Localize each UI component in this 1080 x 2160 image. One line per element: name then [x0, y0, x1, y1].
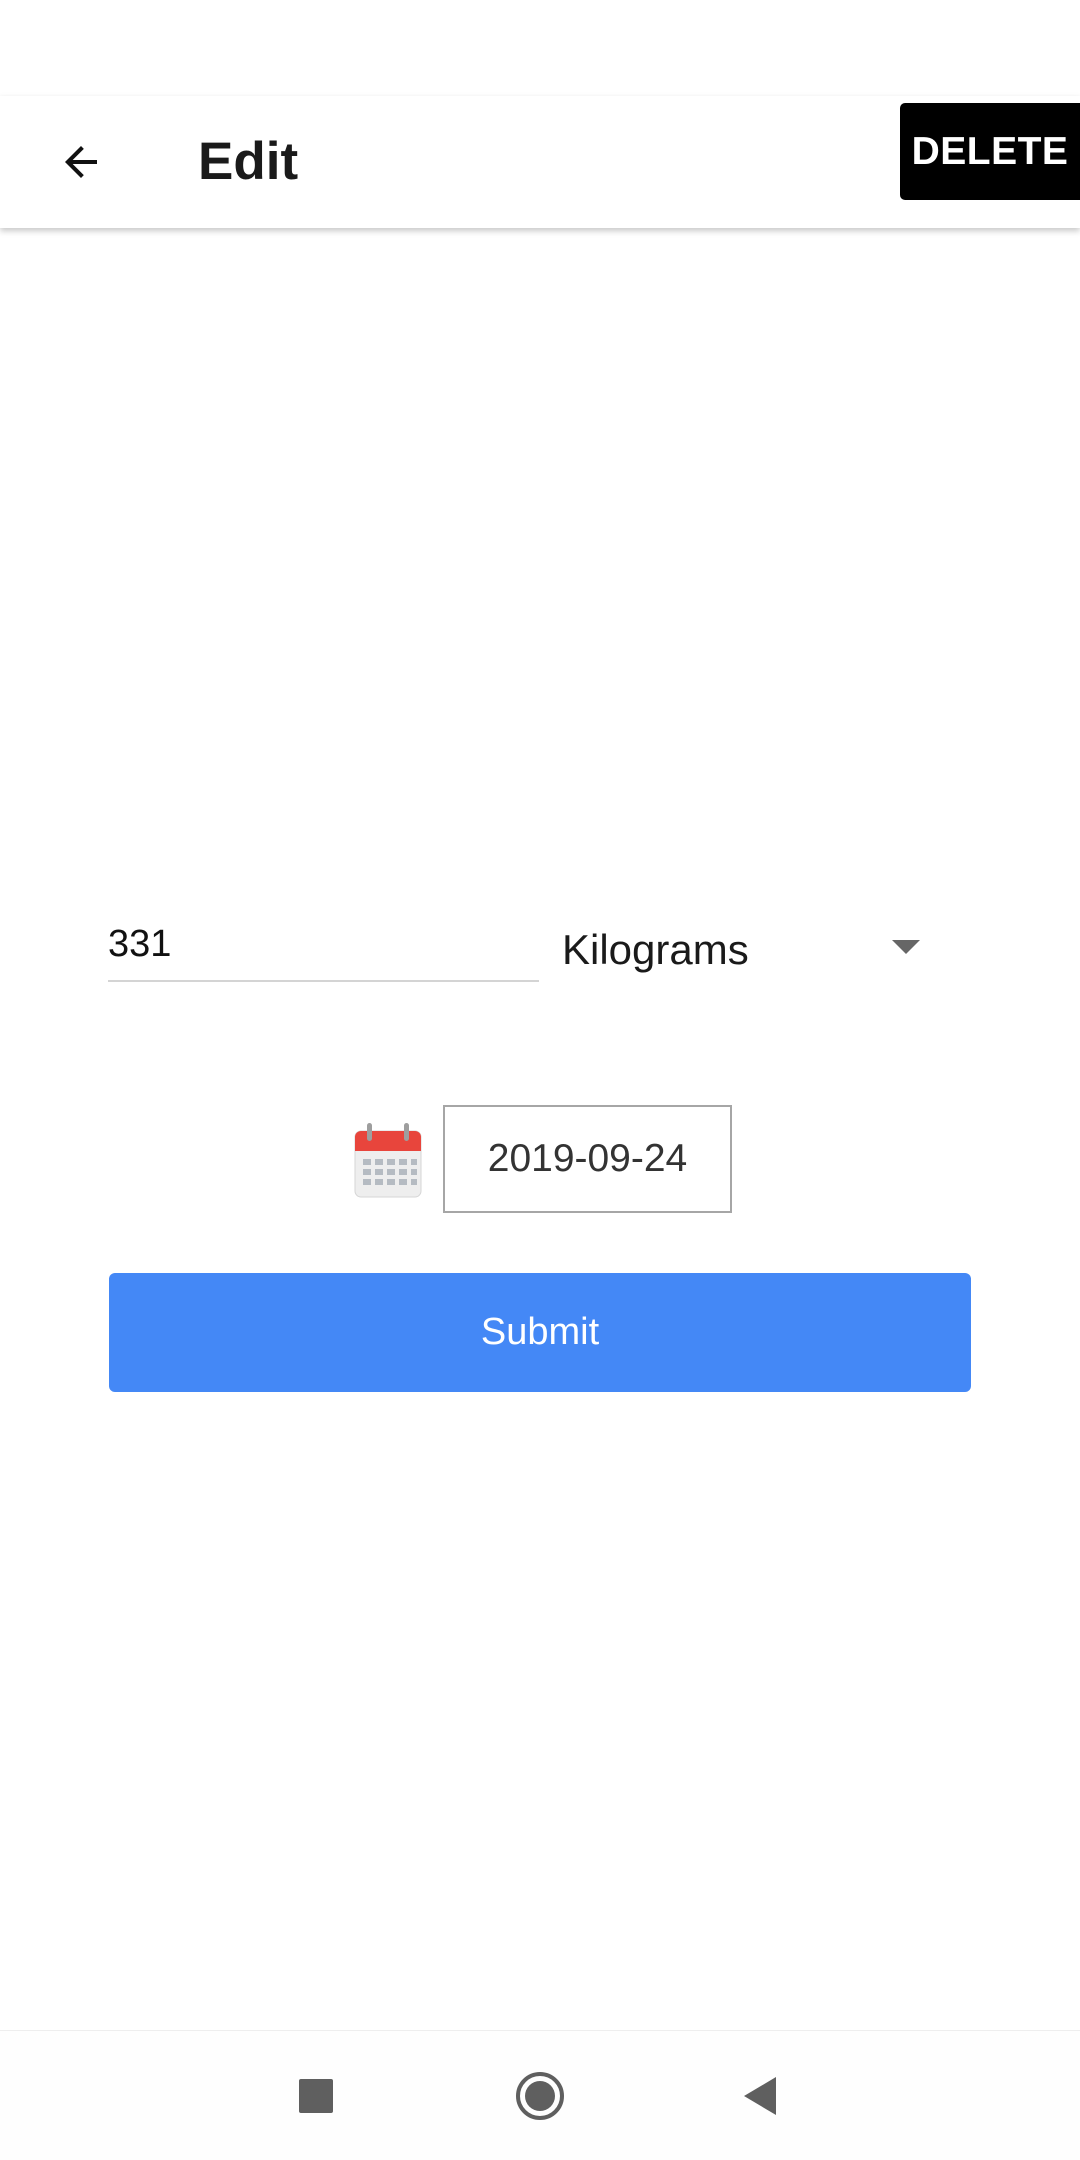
- arrow-back-icon: [65, 146, 97, 178]
- recents-button[interactable]: [256, 2031, 376, 2160]
- submit-button[interactable]: Submit: [109, 1273, 971, 1392]
- value-unit-row: Kilograms: [0, 880, 1080, 1010]
- unit-select-label: Kilograms: [562, 926, 749, 973]
- unit-select[interactable]: Kilograms: [562, 910, 932, 990]
- system-back-button[interactable]: [700, 2031, 820, 2160]
- triangle-back-icon: [744, 2077, 776, 2115]
- back-button[interactable]: [33, 114, 129, 210]
- screen: Edit DELETE Kilograms: [0, 0, 1080, 2160]
- date-field[interactable]: 2019-09-24: [443, 1105, 732, 1213]
- delete-button[interactable]: DELETE: [900, 103, 1080, 200]
- page-title: Edit: [198, 132, 299, 191]
- dropdown-arrow-icon: [892, 940, 920, 954]
- calendar-icon[interactable]: [353, 1121, 423, 1199]
- square-icon: [299, 2079, 333, 2113]
- value-input[interactable]: [108, 908, 539, 982]
- home-button[interactable]: [480, 2031, 600, 2160]
- system-nav-bar: [0, 2030, 1080, 2160]
- date-row: 2019-09-24: [0, 1105, 1080, 1217]
- app-bar: Edit DELETE: [0, 96, 1080, 228]
- circle-icon: [516, 2072, 564, 2120]
- status-bar: [0, 0, 1080, 96]
